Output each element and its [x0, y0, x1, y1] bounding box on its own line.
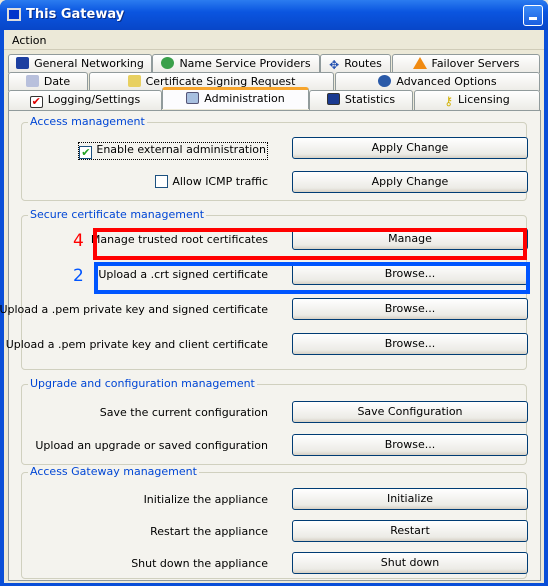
access-gateway-group: Access Gateway management Initialize the… — [21, 465, 528, 579]
tab-advanced-options[interactable]: Advanced Options — [335, 72, 540, 91]
annotation-blue-box — [94, 262, 530, 294]
move-arrows-icon: ✥ — [329, 58, 340, 72]
shutdown-label: Shut down the appliance — [131, 557, 268, 570]
title-bar[interactable]: This Gateway — [0, 0, 548, 30]
annotation-red-box — [93, 228, 527, 260]
allow-icmp-checkbox[interactable]: Allow ICMP traffic — [155, 175, 268, 188]
globe-document-icon — [378, 75, 392, 87]
access-management-group: Access management ✔ Enable external admin… — [21, 115, 528, 201]
administration-panel: Access management ✔ Enable external admin… — [0, 110, 541, 581]
tab-administration[interactable]: Administration — [162, 87, 309, 109]
apply-change-button[interactable]: Apply Change — [292, 171, 528, 193]
computer-icon — [7, 8, 21, 21]
certificate-lock-icon — [127, 75, 141, 87]
group-title: Access management — [28, 115, 147, 128]
tab-failover-servers[interactable]: Failover Servers — [392, 54, 540, 73]
save-config-label: Save the current configuration — [99, 406, 268, 419]
group-title: Secure certificate management — [28, 208, 207, 221]
upload-pem-client-label: Upload a .pem private key and client cer… — [5, 338, 268, 351]
annotation-number-2: 2 — [73, 266, 84, 286]
shut-down-button[interactable]: Shut down — [292, 552, 528, 574]
monitor-icon — [16, 57, 30, 69]
tab-name-service-providers[interactable]: Name Service Providers — [152, 54, 320, 73]
tab-licensing[interactable]: ⚷ Licensing — [414, 90, 540, 110]
restart-button[interactable]: Restart — [292, 520, 528, 542]
upload-upgrade-label: Upload an upgrade or saved configuration — [35, 439, 268, 452]
upgrade-config-group: Upgrade and configuration management Sav… — [21, 377, 528, 465]
browse-upgrade-button[interactable]: Browse... — [292, 434, 528, 456]
admin-magnifier-icon — [186, 92, 200, 104]
group-title: Access Gateway management — [28, 465, 199, 478]
tab-date[interactable]: Date — [8, 72, 88, 91]
checkmark-icon: ✔ — [29, 95, 43, 108]
tab-statistics[interactable]: Statistics — [309, 90, 413, 110]
restart-label: Restart the appliance — [150, 525, 268, 538]
enable-external-admin-checkbox[interactable]: ✔ Enable external administration — [78, 142, 268, 160]
chart-monitor-icon — [326, 93, 340, 105]
upload-pem-signed-label: Upload a .pem private key and signed cer… — [0, 303, 268, 316]
initialize-label: Initialize the appliance — [143, 493, 268, 506]
key-icon: ⚷ — [444, 94, 454, 108]
client-area: Action General Networking Name Service P… — [0, 30, 544, 583]
browse-pem-client-button[interactable]: Browse... — [292, 333, 528, 355]
tab-routes[interactable]: ✥ Routes — [320, 54, 391, 73]
save-configuration-button[interactable]: Save Configuration — [292, 401, 528, 423]
annotation-number-4: 4 — [73, 231, 84, 251]
checkbox-unchecked[interactable] — [155, 175, 169, 188]
tab-logging-settings[interactable]: ✔ Logging/Settings — [8, 90, 162, 110]
window-title: This Gateway — [26, 7, 125, 22]
group-title: Upgrade and configuration management — [28, 377, 257, 390]
apply-change-button[interactable]: Apply Change — [292, 137, 528, 159]
globe-network-icon — [161, 57, 175, 69]
tab-general-networking[interactable]: General Networking — [8, 54, 152, 73]
menu-bar: Action — [4, 30, 544, 50]
browse-pem-signed-button[interactable]: Browse... — [292, 298, 528, 320]
minimize-button[interactable] — [523, 5, 543, 26]
initialize-button[interactable]: Initialize — [292, 488, 528, 510]
checkbox-checked[interactable]: ✔ — [79, 146, 93, 159]
menu-action[interactable]: Action — [12, 34, 46, 47]
calendar-icon — [25, 75, 39, 87]
warning-cone-icon — [412, 57, 427, 69]
